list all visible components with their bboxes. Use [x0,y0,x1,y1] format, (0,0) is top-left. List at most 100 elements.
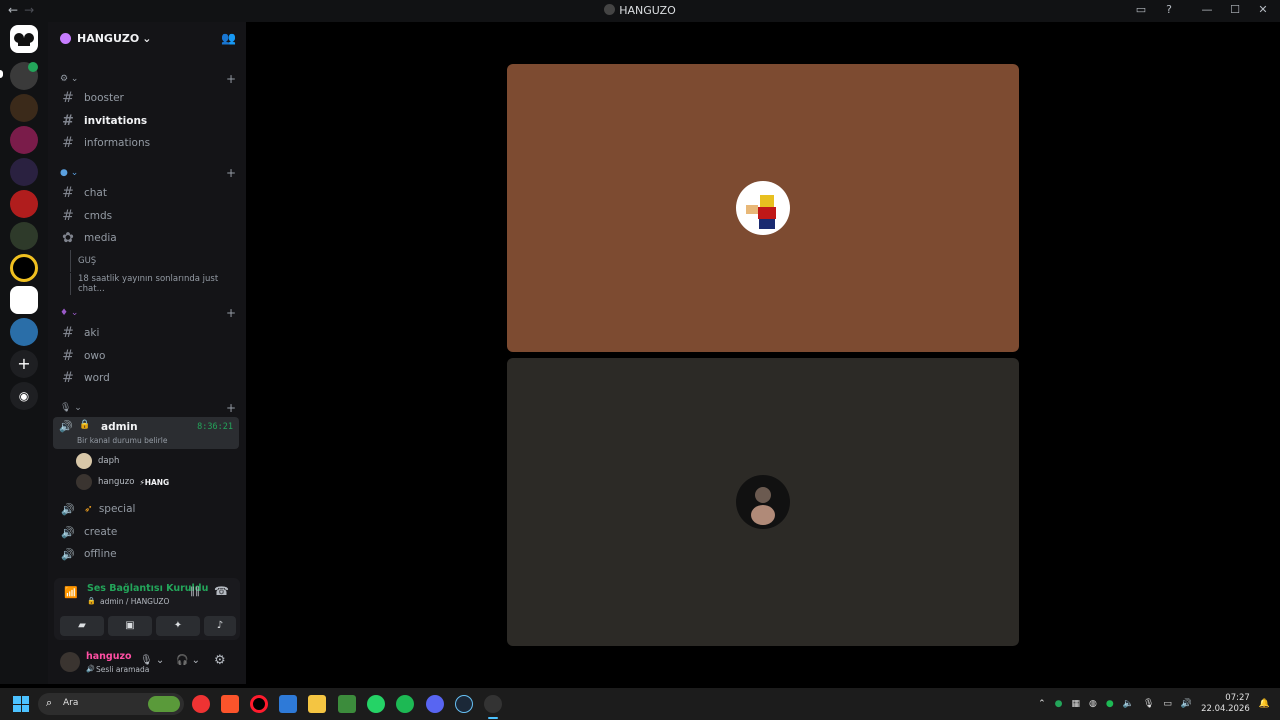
add-channel-icon[interactable]: + [226,166,236,180]
server-icon-9[interactable] [10,318,38,346]
media-icon: ✿ [62,230,74,246]
discord-icon[interactable] [426,695,444,713]
clock[interactable]: 07:27 22.04.2026 [1201,693,1250,715]
server-icon-8[interactable] [10,286,38,314]
close-button[interactable]: ✕ [1256,3,1270,16]
help-icon[interactable]: ? [1162,3,1176,16]
soundboard-button[interactable]: ♪ [204,616,236,636]
minecraft-icon[interactable] [338,695,356,713]
voice-channel-admin[interactable]: 🔊 🔒 admin 8:36:21 Bir kanal durumu belir… [53,417,239,449]
thread-item[interactable]: 18 saatlik yayının sonlarında just chat.… [70,273,240,295]
discord-logo-icon [14,33,34,46]
server-icon-7[interactable] [10,254,38,282]
discover-button[interactable]: ◉ [10,382,38,410]
channel-media[interactable]: ✿ media [54,227,240,249]
brave-icon[interactable] [221,695,239,713]
taskbar: ⌕ Ara ⌃ ● ▦ ◍ ● 🔈 🎙 ▭ 🔊 07:27 22.04.2026 … [0,688,1280,720]
search-icon: ⌕ [46,696,53,709]
tray-app-icon[interactable]: ● [1055,699,1063,709]
channel-cmds[interactable]: # cmds [54,205,240,227]
steam-icon[interactable] [455,695,473,713]
invite-people-icon[interactable]: 👥 [221,31,236,45]
opera-icon[interactable] [250,695,268,713]
call-stage [246,22,1280,684]
window-controls: ▭ ? — ☐ ✕ [1134,3,1270,16]
activities-button[interactable]: ✦ [156,616,200,636]
network-icon[interactable]: ▭ [1163,699,1172,709]
add-channel-icon[interactable]: + [226,72,236,86]
channel-booster[interactable]: # booster [54,87,240,109]
speaker-icon: 🔊 [61,547,75,561]
whatsapp-icon[interactable] [367,695,385,713]
screenshare-button[interactable]: ▣ [108,616,152,636]
channel-chat[interactable]: # chat [54,182,240,204]
participant-tile[interactable] [507,358,1019,646]
category-potion[interactable]: ♦ ⌄ + [60,306,236,322]
speaker-icon: 🔊 [61,502,75,516]
hash-icon: # [62,208,74,224]
inbox-icon[interactable]: ▭ [1134,3,1148,16]
participant-tile[interactable] [507,64,1019,352]
chevron-up-icon[interactable]: ⌃ [1038,699,1046,709]
hash-icon: # [62,90,74,106]
windows-start-icon[interactable] [13,696,29,712]
add-channel-icon[interactable]: + [226,401,236,415]
server-icon-3[interactable] [10,126,38,154]
channel-owo[interactable]: # owo [54,345,240,367]
video-button[interactable]: ▰ [60,616,104,636]
hash-icon: # [62,325,74,341]
thread-item[interactable]: GUŞ [70,250,240,272]
system-tray: ⌃ ● ▦ ◍ ● 🔈 🎙 ▭ 🔊 07:27 22.04.2026 🔔 [1038,693,1270,715]
channel-aki[interactable]: # aki [54,322,240,344]
server-icon [60,32,71,44]
channel-create[interactable]: 🔊 create [54,521,240,543]
channel-invitations[interactable]: # invitations [54,110,240,132]
voice-connection-panel: 📶 Ses Bağlantısı Kuruldu 🔒 admin / HANGU… [54,578,240,640]
category-settings[interactable]: ⚙ ⌄ + [60,72,236,88]
minimize-button[interactable]: — [1200,3,1214,16]
disconnect-icon[interactable]: ☎ [214,584,229,598]
hash-icon: # [62,113,74,129]
file-explorer-icon[interactable] [308,695,326,713]
channel-word[interactable]: # word [54,367,240,389]
channel-informations[interactable]: # informations [54,132,240,154]
chevron-down-icon: ⌄ [142,31,152,45]
voice-user[interactable]: daph [76,451,119,471]
server-icon-4[interactable] [10,158,38,186]
hash-icon: # [62,348,74,364]
active-app-icon[interactable] [484,695,502,713]
tray-app-icon[interactable]: ● [1106,699,1114,709]
spotify-icon[interactable] [396,695,414,713]
voice-user[interactable]: hanguzo ⚡HANG [76,472,169,492]
notification-icon[interactable]: 🔔 [1259,699,1270,709]
user-panel: hanguzo 🔊 Sesli aramada 🎙 ⌄ 🎧 ⌄ ⚙ [54,644,240,682]
headphones-icon[interactable]: 🎧 ⌄ [176,655,200,666]
server-header[interactable]: HANGUZO ⌄ 👥 [48,22,246,54]
microphone-icon[interactable]: 🎙 ⌄ [140,655,164,666]
channel-offline[interactable]: 🔊 offline [54,543,240,565]
tray-app-icon[interactable]: ▦ [1071,699,1080,709]
add-channel-icon[interactable]: + [226,306,236,320]
lock-icon: 🔒 [87,597,96,605]
speaker-icon[interactable]: 🔊 [1181,699,1192,709]
person-avatar-icon [751,487,775,525]
taskbar-search[interactable]: ⌕ Ara [38,693,184,715]
server-icon-2[interactable] [10,94,38,122]
store-icon[interactable] [279,695,297,713]
avatar[interactable] [60,652,80,672]
maximize-button[interactable]: ☐ [1228,3,1242,16]
server-icon-6[interactable] [10,222,38,250]
category-globe[interactable]: ● ⌄ + [60,166,236,182]
category-voice[interactable]: 🎙 ⌄ + [60,401,236,417]
add-server-button[interactable]: + [10,350,38,378]
chrome-icon[interactable] [192,695,210,713]
server-icon-5[interactable] [10,190,38,218]
steam-tray-icon[interactable]: ◍ [1089,699,1097,709]
noise-suppression-icon[interactable]: ‖‖ [190,586,200,597]
gear-icon: ⚙ ⌄ [60,74,79,84]
mic-icon[interactable]: 🎙 [1143,699,1154,709]
channel-special[interactable]: 🔊 ➶ special [54,498,240,520]
gear-icon[interactable]: ⚙ [214,653,226,668]
volume-icon[interactable]: 🔈 [1123,699,1134,709]
home-button[interactable] [10,25,38,53]
